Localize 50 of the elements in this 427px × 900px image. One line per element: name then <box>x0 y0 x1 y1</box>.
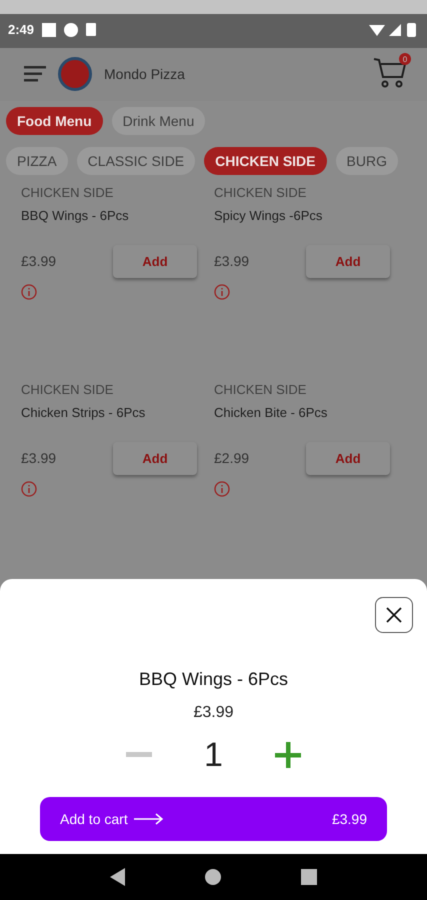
add-to-cart-button[interactable]: Add to cart £3.99 <box>40 796 387 841</box>
circle-icon <box>64 22 78 37</box>
info-icon[interactable] <box>21 284 37 300</box>
product-category: CHICKEN SIDE <box>21 184 114 200</box>
info-icon[interactable] <box>214 284 230 300</box>
category-tab[interactable]: BURG <box>336 146 398 175</box>
info-icon[interactable] <box>21 480 37 497</box>
restaurant-name: Mondo Pizza <box>104 66 186 82</box>
recents-icon[interactable] <box>301 869 318 886</box>
plus-icon <box>274 742 301 768</box>
product-price: £3.99 <box>214 253 250 270</box>
arrow-right-icon <box>134 812 164 825</box>
cart-icon <box>373 57 407 90</box>
menu-tab[interactable]: Drink Menu <box>112 106 206 135</box>
logo-icon <box>58 57 92 92</box>
product-price: £2.99 <box>214 450 250 466</box>
add-button[interactable]: Add <box>306 244 390 278</box>
back-icon[interactable] <box>110 868 126 886</box>
minus-icon <box>126 752 152 758</box>
square-icon <box>42 22 56 37</box>
product-price: £3.99 <box>21 253 56 270</box>
product-name: Chicken Strips - 6Pcs <box>21 404 146 420</box>
info-icon[interactable] <box>214 480 230 497</box>
item-price: £3.99 <box>193 704 234 722</box>
system-status-icons <box>369 22 419 38</box>
product-category: CHICKEN SIDE <box>21 382 114 397</box>
product-name: Chicken Bite - 6Pcs <box>214 404 328 420</box>
item-title: BBQ Wings - 6Pcs <box>138 668 288 690</box>
category-tab[interactable]: CHICKEN SIDE <box>204 146 327 175</box>
sd-card-icon <box>86 23 96 36</box>
add-button[interactable]: Add <box>113 442 197 475</box>
close-icon <box>386 606 402 623</box>
product-category: CHICKEN SIDE <box>214 184 308 200</box>
status-time: 2:49 <box>8 22 34 38</box>
increase-button[interactable] <box>274 742 301 768</box>
category-tab[interactable]: CLASSIC SIDE <box>76 146 196 175</box>
add-button[interactable]: Add <box>306 442 390 475</box>
product-name: BBQ Wings - 6Pcs <box>21 208 130 223</box>
product-price: £3.99 <box>21 450 56 466</box>
add-button[interactable]: Add <box>113 244 197 278</box>
product-category: CHICKEN SIDE <box>214 382 308 397</box>
category-tab[interactable]: PIZZA <box>6 146 68 175</box>
product-name: Spicy Wings -6Pcs <box>214 208 324 223</box>
cart-total: £3.99 <box>332 810 367 827</box>
menu-icon[interactable] <box>24 65 46 84</box>
quantity-value: 1 <box>204 736 223 775</box>
close-button[interactable] <box>375 596 413 633</box>
home-icon[interactable] <box>205 869 222 886</box>
menu-tab[interactable]: Food Menu <box>6 106 103 135</box>
cart-count: 0 <box>399 53 411 66</box>
